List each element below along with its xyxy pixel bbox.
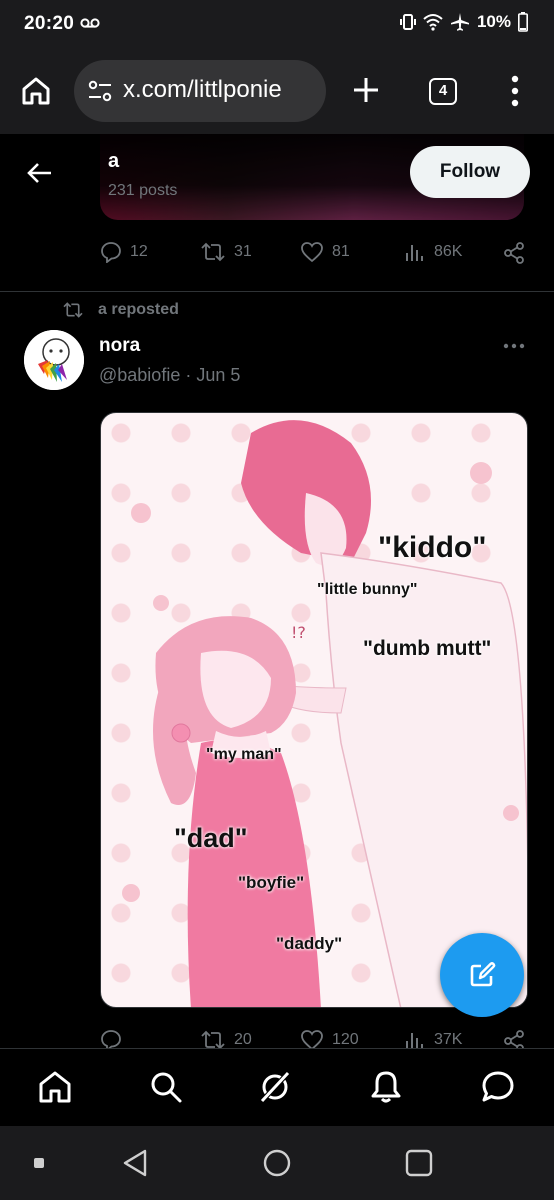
- post-reply-button[interactable]: [100, 1029, 130, 1048]
- post-repost-button[interactable]: 20: [200, 1029, 252, 1048]
- system-menu-button[interactable]: [34, 1158, 44, 1168]
- system-back-icon[interactable]: [121, 1148, 149, 1178]
- post-views-button[interactable]: 37K: [404, 1029, 462, 1048]
- repost-icon: [201, 242, 225, 262]
- notifications-icon[interactable]: [368, 1069, 404, 1105]
- views-icon: [406, 245, 423, 261]
- browser-toolbar: x.com/littlponie 4: [0, 50, 554, 134]
- repost-indicator[interactable]: a reposted: [62, 301, 179, 319]
- heart-icon: [301, 1030, 323, 1048]
- post-repost-count: 20: [234, 1031, 252, 1048]
- post-actions: 20 120 37K: [100, 1027, 530, 1048]
- post-divider: [0, 291, 554, 292]
- previous-post-actions: 12 31 81 86K: [100, 241, 530, 271]
- voicemail-icon: [80, 18, 100, 28]
- views-button[interactable]: 86K: [404, 241, 462, 263]
- heart-icon: [301, 242, 323, 263]
- views-icon: [406, 1033, 423, 1048]
- home-icon[interactable]: [37, 1069, 73, 1105]
- bottom-navigation: [0, 1048, 554, 1126]
- site-settings-icon[interactable]: [88, 80, 112, 102]
- share-icon: [504, 242, 524, 264]
- follow-button[interactable]: Follow: [410, 146, 530, 198]
- profile-name: a: [108, 150, 120, 172]
- meme-text-my-man: "my man": [206, 746, 282, 763]
- meme-text-dumb-mutt: "dumb mutt": [363, 637, 492, 660]
- post-count: 231 posts: [108, 182, 178, 199]
- share-button[interactable]: [502, 241, 526, 265]
- compose-icon: [470, 962, 496, 987]
- avatar-image: [24, 330, 84, 390]
- vibrate-icon: [399, 14, 416, 30]
- repost-icon: [201, 1030, 225, 1048]
- address-bar[interactable]: x.com/littlponie: [74, 60, 326, 122]
- battery-percent: 10%: [476, 12, 511, 31]
- like-count: 81: [332, 243, 350, 260]
- reply-icon: [101, 242, 121, 263]
- url-text: x.com/littlponie: [123, 76, 282, 103]
- meme-text-little-bunny: "little bunny": [317, 581, 418, 598]
- avatar[interactable]: [24, 330, 84, 390]
- battery-icon: [518, 12, 528, 32]
- repost-count: 31: [234, 243, 252, 260]
- system-recents-icon[interactable]: [405, 1149, 433, 1177]
- like-button[interactable]: 81: [300, 241, 350, 263]
- tab-switcher-button[interactable]: 4: [429, 78, 457, 105]
- new-tab-icon[interactable]: [350, 74, 382, 106]
- system-home-icon[interactable]: [262, 1148, 292, 1178]
- meme-text-daddy: "daddy": [276, 934, 343, 953]
- meme-text-boyfie: "boyfie": [238, 873, 305, 892]
- post-share-button[interactable]: [502, 1029, 526, 1048]
- status-time: 20:20: [24, 13, 75, 34]
- status-icons: 10%: [399, 12, 528, 32]
- post-like-count: 120: [332, 1031, 359, 1048]
- more-options-icon[interactable]: [502, 340, 526, 352]
- share-icon: [504, 1030, 524, 1048]
- author-name[interactable]: nora: [99, 335, 140, 357]
- repost-label: a reposted: [98, 301, 179, 318]
- status-bar: 20:20 10%: [0, 0, 554, 50]
- reply-count: 12: [130, 243, 148, 260]
- repost-small-icon: [63, 302, 83, 318]
- browser-home-icon[interactable]: [20, 75, 52, 107]
- airplane-icon: [450, 13, 469, 31]
- meme-text-dad: "dad": [174, 823, 248, 853]
- reply-icon: [101, 1030, 121, 1048]
- grok-icon[interactable]: [257, 1069, 293, 1105]
- post-view-count: 37K: [434, 1031, 463, 1048]
- repost-button[interactable]: 31: [200, 241, 252, 263]
- browser-menu-icon[interactable]: [505, 74, 525, 108]
- reply-button[interactable]: 12: [100, 241, 148, 263]
- system-navigation: [0, 1126, 554, 1200]
- meme-text-kiddo: "kiddo": [378, 531, 487, 564]
- illustration: !?: [122, 420, 527, 1007]
- search-icon[interactable]: [148, 1069, 184, 1105]
- profile-header: a 231 posts Follow: [0, 134, 554, 220]
- author-handle-date[interactable]: @babiofie · Jun 5: [99, 365, 240, 386]
- post-like-button[interactable]: 120: [300, 1029, 359, 1048]
- messages-icon[interactable]: [480, 1069, 516, 1105]
- svg-text:!?: !?: [291, 623, 306, 642]
- post-image[interactable]: !? "kiddo" "little bunny" "dumb mutt" "m…: [100, 412, 528, 1008]
- compose-button[interactable]: [440, 933, 524, 1017]
- view-count: 86K: [434, 243, 463, 260]
- back-arrow-icon[interactable]: [26, 162, 52, 184]
- wifi-icon: [423, 14, 443, 31]
